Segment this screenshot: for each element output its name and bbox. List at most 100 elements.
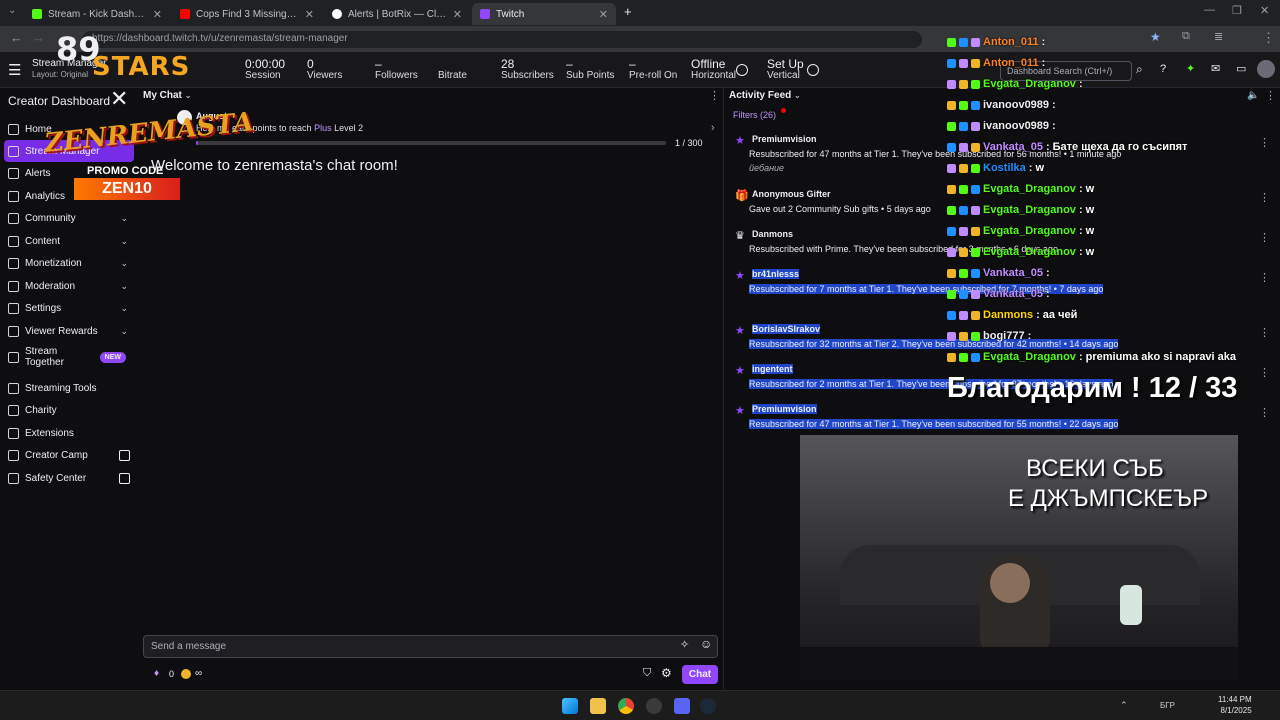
overlay-chat-user: Anton_011 [983,57,1039,69]
overlay-chat-colon: : [1052,99,1056,111]
tab-kick[interactable]: Stream - Kick Dashboard ✕ [24,3,170,25]
overlay-chat-colon: : [1078,351,1083,363]
bookmark-star-icon[interactable]: ★ [1150,30,1161,44]
chevron-right-icon[interactable]: › [711,122,715,134]
sidebar-item-extensions[interactable]: Extensions [0,422,138,444]
overlay-chat-user: Evgata_Draganov [983,204,1076,216]
item-more-icon[interactable]: ⋮ [1259,366,1270,379]
discord-icon[interactable] [674,698,690,714]
close-icon[interactable]: ✕ [305,8,314,21]
steam-icon[interactable] [700,698,716,714]
tab-botrix[interactable]: Alerts | BotRix — Cloud Stream… ✕ [324,3,470,25]
sidebar-item-content[interactable]: Content ⌄ [0,230,138,252]
keyboard-language[interactable]: БГР [1160,701,1175,710]
minimize-icon[interactable]: — [1204,4,1215,16]
search-icon[interactable]: ⌕ [1136,62,1143,77]
chat-message-input[interactable]: Send a message [143,635,718,658]
panel-more-icon[interactable]: ⋮ [709,89,720,102]
sidebar-item-icon [8,167,19,179]
activity-username[interactable]: BorislavSlrakov [752,324,821,334]
chat-settings-gear-icon[interactable]: ⚙ [661,666,672,680]
activity-username[interactable]: br41nlesss [752,269,800,279]
window-close-icon[interactable]: ✕ [1260,4,1269,17]
chat-badge-icon [971,163,980,173]
activity-feed-title[interactable]: Activity Feed ⌄ [729,90,801,101]
sidebar-item-creator-camp[interactable]: Creator Camp [0,444,138,466]
item-more-icon[interactable]: ⋮ [1259,231,1270,244]
item-more-icon[interactable]: ⋮ [1259,191,1270,204]
sidebar-item-label: Safety Center [25,472,87,484]
chat-badge-icon [959,142,968,152]
sidebar-item-safety-center[interactable]: Safety Center [0,467,138,489]
activity-username[interactable]: Premiumvision [752,134,817,144]
tab-youtube[interactable]: Cops Find 3 Missing Kids Trapp… ✕ [172,3,322,25]
clock[interactable]: 11:44 PM 8/1/2025 [1218,694,1252,716]
item-more-icon[interactable]: ⋮ [1259,136,1270,149]
activity-username[interactable]: Premiumvision [752,404,817,414]
close-icon[interactable]: ✕ [153,8,162,21]
setup-vertical-button[interactable]: Set Up Vertical [767,58,804,81]
menu-dots-icon[interactable]: ⋮ [1262,30,1275,46]
tab-title: Alerts | BotRix — Cloud Stream… [348,8,447,20]
panel-more-icon[interactable]: ⋮ [1265,89,1276,102]
sparkle-icon[interactable]: ✦ [1186,62,1195,75]
item-more-icon[interactable]: ⋮ [1259,271,1270,284]
tab-twitch[interactable]: Twitch ✕ [472,3,616,25]
back-icon[interactable]: ← [10,30,23,45]
extensions-icon[interactable]: ⧉ [1182,30,1190,43]
obs-icon[interactable] [646,698,662,714]
sidebar-item-viewer-rewards[interactable]: Viewer Rewards ⌄ [0,320,138,342]
chat-send-button[interactable]: Chat [682,665,718,684]
close-icon[interactable]: ✕ [599,8,608,21]
mute-speaker-icon[interactable]: 🔈 [1247,90,1259,101]
url-input[interactable]: https://dashboard.twitch.tv/u/zenremasta… [82,31,922,48]
chevron-down-icon: ⌄ [120,302,128,313]
offline-horizontal-button[interactable]: Offline Horizontal [691,58,736,81]
sidebar-item-moderation[interactable]: Moderation ⌄ [0,275,138,297]
activity-username[interactable]: Danmons [752,229,793,239]
bits-icon[interactable]: ✧ [680,638,689,651]
activity-item[interactable]: ★ Premiumvision Resubscribed for 47 months… [735,404,1270,434]
sidebar-item-charity[interactable]: Charity [0,399,138,421]
tab-search-icon[interactable]: ⌄ [8,5,16,16]
item-more-icon[interactable]: ⋮ [1259,406,1270,419]
overlay-chat-colon: : [1045,267,1050,279]
mod-shield-icon[interactable]: ⛉ [643,667,651,680]
user-avatar[interactable] [1257,60,1275,78]
activity-username[interactable]: Anonymous Gifter [752,189,831,199]
chat-badge-icon [971,310,980,320]
item-more-icon[interactable]: ⋮ [1259,326,1270,339]
stat-preroll[interactable]: – Pre-roll On [629,58,677,81]
chrome-icon[interactable] [618,698,634,714]
hamburger-icon[interactable]: ☰ [8,61,21,79]
sidebar-item-streaming-tools[interactable]: Streaming Tools [0,377,138,399]
new-tab-button[interactable]: + [624,4,632,19]
sidebar-item-settings[interactable]: Settings ⌄ [0,297,138,319]
chat-badge-icon [959,163,968,173]
tray-chevron-icon[interactable]: ⌃ [1120,700,1128,711]
start-windows-icon[interactable] [562,698,578,714]
emote-picker-icon[interactable]: ☺ [700,637,712,651]
activity-description: Resubscribed for 47 months at Tier 1. Th… [749,419,1119,429]
overlay-chat-colon: : [1028,162,1033,174]
overlay-chat-colon: : [1078,204,1083,216]
close-icon[interactable]: ✕ [453,8,462,21]
file-explorer-icon[interactable] [590,698,606,714]
sidebar-item-label: Analytics [25,190,66,202]
maximize-icon[interactable]: ❐ [1232,4,1242,17]
sidebar-item-monetization[interactable]: Monetization ⌄ [0,252,138,274]
overlay-stars-logo: STARS [92,52,191,82]
forward-icon[interactable]: → [32,30,45,45]
sidebar-item-stream-together[interactable]: Stream Together NEW [0,344,138,370]
whispers-icon[interactable]: ▭ [1236,62,1246,75]
filters-button[interactable]: Filters (26) [733,110,776,120]
chat-badge-icon [947,121,956,131]
help-icon[interactable]: ? [1160,63,1166,75]
activity-username[interactable]: ingentent [752,364,793,374]
media-icon[interactable]: ≣ [1214,30,1223,43]
overlay-chat-message: premiuma ako si napravi aka [1085,351,1237,363]
overlay-chat-colon: : [1078,183,1083,195]
inbox-icon[interactable]: ✉ [1211,62,1220,75]
sidebar-item-community[interactable]: Community ⌄ [0,207,138,229]
chat-panel-title[interactable]: My Chat ⌄ [143,90,191,101]
